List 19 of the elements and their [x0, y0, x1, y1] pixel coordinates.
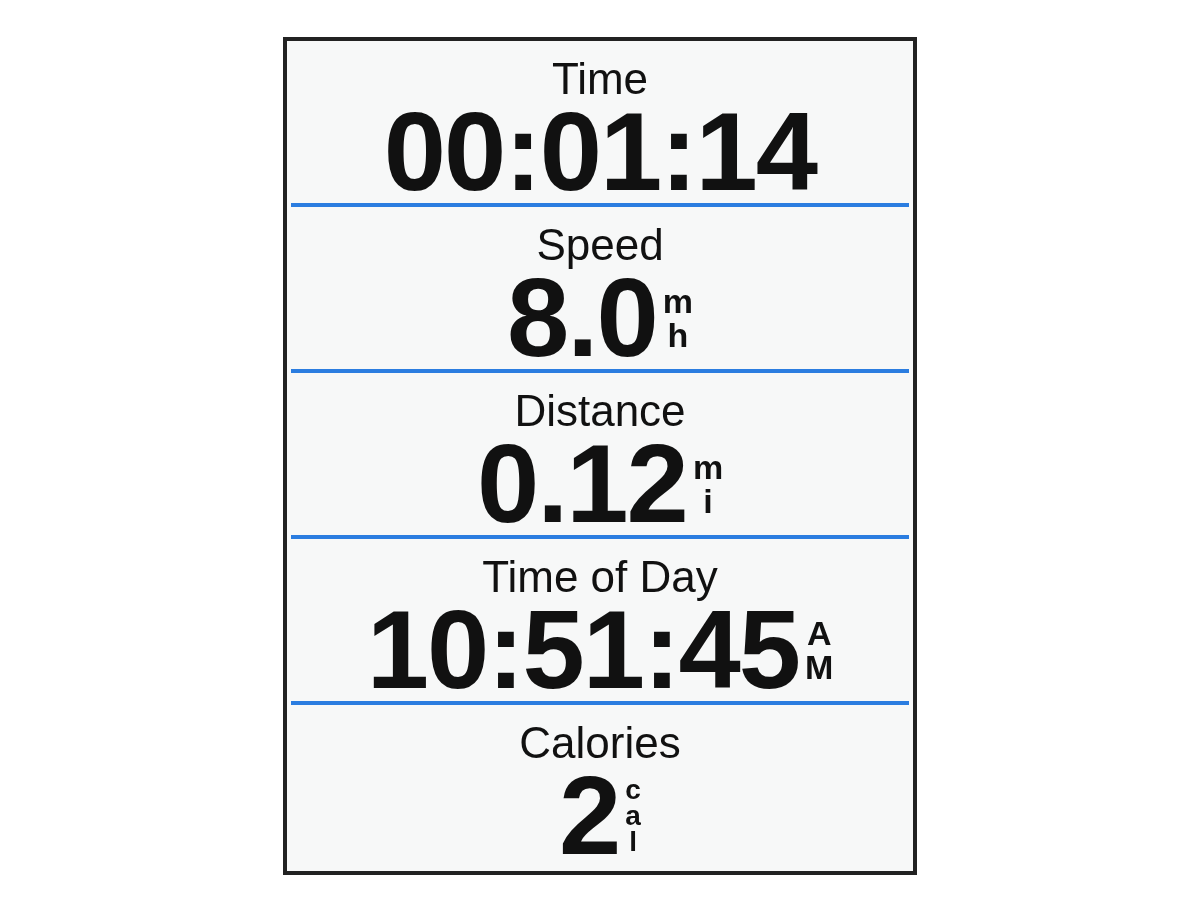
- field-label: Time of Day: [482, 553, 718, 601]
- field-label: Calories: [519, 719, 681, 767]
- unit-letter: m: [662, 284, 693, 318]
- unit-letter: h: [667, 318, 689, 352]
- unit-letter: a: [625, 803, 641, 829]
- unit-letter: A: [806, 616, 832, 650]
- field-value: 10:51:45: [366, 601, 799, 699]
- field-label: Time: [551, 55, 649, 103]
- field-value: 00:01:14: [383, 103, 817, 201]
- unit-letter: l: [629, 829, 638, 855]
- unit-letter: m: [692, 450, 724, 484]
- unit-letter: M: [805, 650, 834, 684]
- field-value: 2: [559, 767, 620, 865]
- field-label: Speed: [536, 221, 664, 269]
- unit-letter: i: [703, 484, 713, 518]
- unit-letter: c: [625, 777, 641, 803]
- field-label: Distance: [514, 387, 686, 435]
- field-value: 8.0: [507, 269, 657, 367]
- field-value: 0.12: [476, 435, 687, 533]
